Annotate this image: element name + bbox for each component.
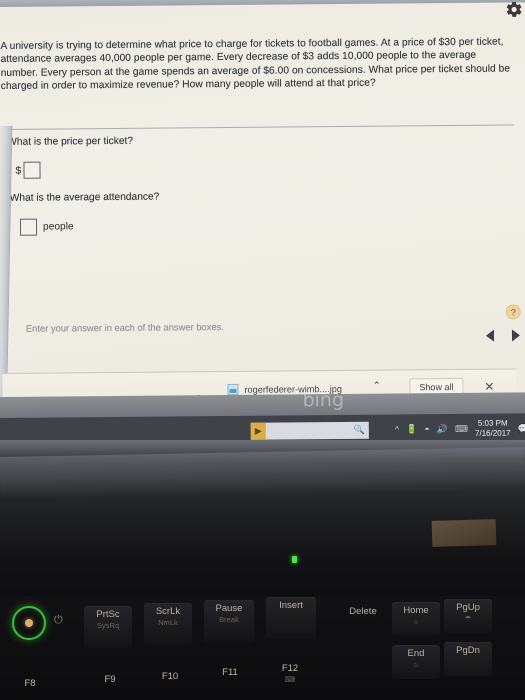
key-scrlk[interactable]: ScrLk NmLk <box>144 603 192 645</box>
part-a-answer-row[interactable]: $ <box>15 161 41 179</box>
key-sublabel: Break <box>219 615 239 624</box>
search-icon[interactable]: 🔍 <box>354 425 365 436</box>
key-label: F10 <box>161 671 179 682</box>
chevron-up-icon[interactable]: ^ <box>395 424 399 434</box>
key-f12[interactable]: F12 ⌨ <box>268 661 312 697</box>
part-a-label: What is the price per ticket? <box>7 135 134 148</box>
key-f11[interactable]: F11 <box>208 665 252 695</box>
key-end[interactable]: End ☼ <box>392 645 440 679</box>
battery-icon[interactable]: 🔋 <box>406 424 417 435</box>
key-sublabel: ☂ <box>464 614 472 623</box>
hinge-plate <box>431 519 497 547</box>
status-led <box>292 556 297 563</box>
clock-date: 7/16/2017 <box>474 428 511 438</box>
laptop-screen: A university is trying to determine what… <box>0 0 525 443</box>
notification-icon[interactable]: 💬 <box>518 423 525 434</box>
key-label: F11 <box>222 667 238 678</box>
taskbar-search-box[interactable]: ▶ 🔍 <box>250 421 369 440</box>
download-file-name: rogerfederer-wimb....jpg <box>244 383 343 395</box>
key-sublabel: NmLk <box>158 618 178 627</box>
power-led-dot <box>25 619 33 627</box>
attendance-answer-input[interactable] <box>19 218 38 236</box>
key-sublabel: ☼ <box>412 660 420 669</box>
key-label: PrtSc <box>96 609 120 620</box>
key-pgdn[interactable]: PgDn <box>444 642 492 676</box>
question-navigation[interactable] <box>485 329 521 342</box>
chevron-up-icon[interactable]: ⌃ <box>372 381 380 392</box>
key-label: Insert <box>279 600 303 611</box>
key-label: F8 <box>24 678 36 689</box>
key-label: PgDn <box>456 645 480 656</box>
key-pause[interactable]: Pause Break <box>204 600 254 642</box>
key-sublabel: ⌨ <box>284 675 296 684</box>
key-prtsc[interactable]: PrtSc SysRq <box>84 606 132 648</box>
key-home[interactable]: Home ☼ <box>392 602 440 636</box>
clock-time: 5:03 PM <box>477 418 508 428</box>
key-f10[interactable]: F10 <box>148 669 192 699</box>
key-label: Delete <box>349 606 377 617</box>
key-label: Pause <box>215 603 243 614</box>
system-tray[interactable]: ^ 🔋 ◓ 🔊 ⌨ 5:03 PM 7/16/2017 💬 <box>395 413 525 443</box>
gear-icon[interactable] <box>505 0 523 18</box>
question-divider <box>1 124 515 130</box>
key-pgup[interactable]: PgUp ☂ <box>444 599 492 633</box>
triangle-right-icon[interactable] <box>511 329 521 342</box>
key-sublabel: SysRq <box>96 621 120 630</box>
key-insert[interactable]: Insert <box>266 597 316 639</box>
attendance-unit-label: people <box>42 221 74 233</box>
cortana-icon[interactable]: ▶ <box>250 422 266 440</box>
browser-chrome-strip <box>0 0 525 7</box>
question-stem: A university is trying to determine what… <box>0 36 511 93</box>
key-label: PgUp <box>456 602 480 613</box>
triangle-left-icon[interactable] <box>485 329 495 342</box>
key-label: End <box>407 648 425 659</box>
bing-watermark: bing <box>302 392 345 412</box>
key-sublabel: ☼ <box>412 617 420 626</box>
volume-icon[interactable]: 🔊 <box>437 424 448 435</box>
key-f9[interactable]: F9 <box>88 672 132 700</box>
laptop-photo: A university is trying to determine what… <box>0 0 525 700</box>
taskbar-clock[interactable]: 5:03 PM 7/16/2017 <box>475 419 511 439</box>
image-file-icon <box>227 383 239 395</box>
key-label: F12 <box>281 663 299 674</box>
part-b-answer-row[interactable]: people <box>19 218 74 236</box>
browser-viewport: A university is trying to determine what… <box>0 0 525 443</box>
key-delete[interactable]: Delete <box>334 604 392 648</box>
key-label: F9 <box>104 674 116 685</box>
key-f8[interactable]: F8 <box>8 676 52 700</box>
keyboard-icon[interactable]: ⌨ <box>455 423 468 434</box>
key-label: ScrLk <box>155 606 181 617</box>
wifi-icon[interactable]: ◓ <box>424 424 430 434</box>
close-icon[interactable]: ✕ <box>484 380 494 394</box>
price-answer-input[interactable] <box>23 161 41 179</box>
answer-hint-text: Enter your answer in each of the answer … <box>25 321 224 334</box>
power-icon: ⏻ <box>54 614 63 626</box>
help-badge[interactable]: ? <box>505 304 521 320</box>
part-b-label: What is the average attendance? <box>9 191 160 204</box>
key-label: Home <box>403 605 429 616</box>
dollar-sign: $ <box>15 164 22 177</box>
windows-taskbar[interactable]: ▶ 🔍 ^ 🔋 ◓ 🔊 ⌨ 5:03 PM 7/16/2017 💬 <box>0 413 525 443</box>
